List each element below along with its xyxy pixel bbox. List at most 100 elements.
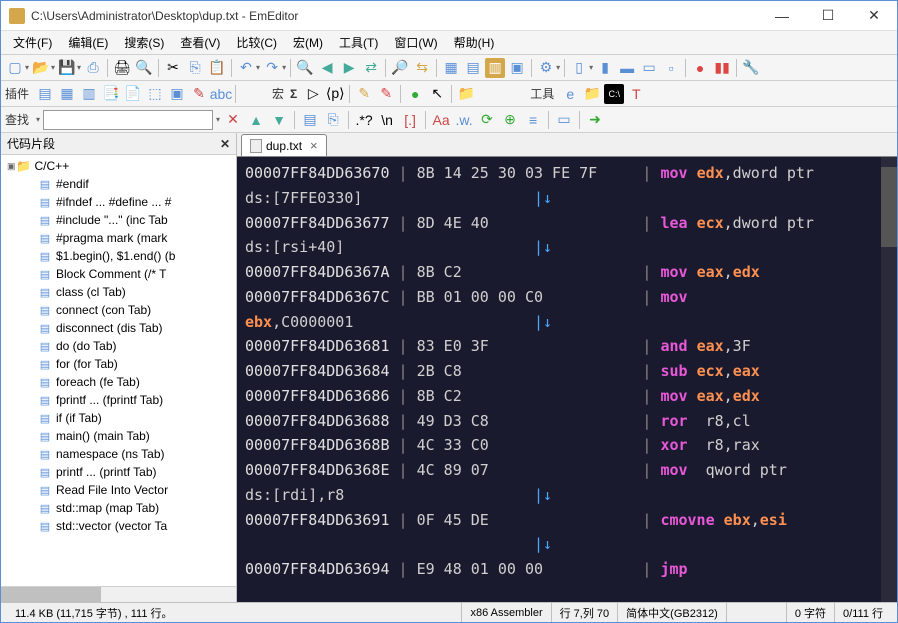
tree-snippet[interactable]: ▤std::map (map Tab) [1,499,236,517]
wrench-icon[interactable]: 🔧 [741,58,761,78]
go-icon[interactable]: ● [405,84,425,104]
column-4-icon[interactable]: ▭ [639,58,659,78]
plugin-8-icon[interactable]: ✎ [189,84,209,104]
ie-icon[interactable]: e [560,84,580,104]
config-icon[interactable]: ⚙ [536,58,556,78]
find-down-icon[interactable]: ▼ [269,110,289,130]
tree-snippet[interactable]: ▤printf ... (printf Tab) [1,463,236,481]
find-escape-icon[interactable]: \n [377,110,397,130]
redo-icon[interactable]: ↷ [262,58,282,78]
find-all-icon[interactable]: ⎘ [323,110,343,130]
code-editor[interactable]: 00007FF84DD63670 | 8B 14 25 30 03 FE 7F … [237,157,897,602]
menu-item[interactable]: 编辑(E) [60,31,116,54]
column-1-icon[interactable]: ▯ [569,58,589,78]
menu-item[interactable]: 比较(C) [228,31,285,54]
menu-item[interactable]: 宏(M) [285,31,331,54]
find-incr-icon[interactable]: ⟳ [477,110,497,130]
replace-in-files-icon[interactable]: ⇆ [412,58,432,78]
menu-item[interactable]: 窗口(W) [386,31,445,54]
maximize-button[interactable]: ☐ [805,1,851,31]
plugin-3-icon[interactable]: ▥ [79,84,99,104]
column-5-icon[interactable]: ▫ [661,58,681,78]
find-in-files-icon[interactable]: 🔎 [390,58,410,78]
find-next-icon[interactable]: ▶ [339,58,359,78]
open-file-icon[interactable]: 📂 [31,58,51,78]
menu-item[interactable]: 文件(F) [5,31,60,54]
tree-snippet[interactable]: ▤class (cl Tab) [1,283,236,301]
column-3-icon[interactable]: ▬ [617,58,637,78]
tree-snippet[interactable]: ▤namespace (ns Tab) [1,445,236,463]
explorer-icon[interactable]: 📁 [582,84,602,104]
print-preview-icon[interactable]: 🔍 [134,58,154,78]
find-bracket-icon[interactable]: [.] [400,110,420,130]
tree-snippet[interactable]: ▤#ifndef ... #define ... # [1,193,236,211]
cut-icon[interactable]: ✂ [163,58,183,78]
replace-icon[interactable]: ⇄ [361,58,381,78]
macro-play-icon[interactable]: ▷ [303,84,323,104]
view-mode-3-icon[interactable]: ▥ [485,58,505,78]
sidebar-hscroll[interactable] [1,586,236,602]
minimize-button[interactable]: — [759,1,805,31]
plugin-2-icon[interactable]: ▦ [57,84,77,104]
find-doc-icon[interactable]: ▤ [300,110,320,130]
sidebar-close-icon[interactable]: ✕ [220,137,230,151]
plugin-6-icon[interactable]: ⬚ [145,84,165,104]
macro-edit-icon[interactable]: ✎ [354,84,374,104]
find-up-icon[interactable]: ▲ [246,110,266,130]
find-input[interactable] [43,110,213,130]
tab-dup-txt[interactable]: dup.txt × [241,134,327,156]
view-mode-1-icon[interactable]: ▦ [441,58,461,78]
record-icon[interactable]: ● [690,58,710,78]
new-file-icon[interactable]: ▢ [5,58,25,78]
tree-snippet[interactable]: ▤connect (con Tab) [1,301,236,319]
find-icon[interactable]: 🔍 [295,58,315,78]
tree-snippet[interactable]: ▤fprintf ... (fprintf Tab) [1,391,236,409]
menu-item[interactable]: 帮助(H) [446,31,503,54]
folder-icon[interactable]: 📁 [456,84,476,104]
macro-target-icon[interactable]: ⟨p⟩ [325,84,345,104]
tree-snippet[interactable]: ▤do (do Tab) [1,337,236,355]
tree-snippet[interactable]: ▤main() (main Tab) [1,427,236,445]
tree-snippet[interactable]: ▤#include "..." (inc Tab [1,211,236,229]
menu-item[interactable]: 查看(V) [172,31,228,54]
tree-snippet[interactable]: ▤#endif [1,175,236,193]
tree-snippet[interactable]: ▤for (for Tab) [1,355,236,373]
tree-snippet[interactable]: ▤Block Comment (/* T [1,265,236,283]
cmd-icon[interactable]: C:\ [604,84,624,104]
plugin-4-icon[interactable]: 📑 [101,84,121,104]
plugin-7-icon[interactable]: ▣ [167,84,187,104]
find-case-icon[interactable]: Aa [431,110,451,130]
tree-snippet[interactable]: ▤foreach (fe Tab) [1,373,236,391]
tree-snippet[interactable]: ▤#pragma mark (mark [1,229,236,247]
undo-icon[interactable]: ↶ [236,58,256,78]
find-hl-icon[interactable]: ▭ [554,110,574,130]
tree-snippet[interactable]: ▤$1.begin(), $1.end() (b [1,247,236,265]
macro-debug-icon[interactable]: ✎ [376,84,396,104]
tree-snippet[interactable]: ▤std::vector (vector Ta [1,517,236,535]
find-wrap-icon[interactable]: ⊕ [500,110,520,130]
tree-snippet[interactable]: ▤disconnect (dis Tab) [1,319,236,337]
tab-close-icon[interactable]: × [310,138,318,153]
stop-icon[interactable]: ▮▮ [712,58,732,78]
view-mode-2-icon[interactable]: ▤ [463,58,483,78]
close-button[interactable]: ✕ [851,1,897,31]
view-mode-4-icon[interactable]: ▣ [507,58,527,78]
print-icon[interactable]: 🖨 [112,58,132,78]
tool-t-icon[interactable]: T [626,84,646,104]
plugin-1-icon[interactable]: ▤ [35,84,55,104]
find-count-icon[interactable]: ≡ [523,110,543,130]
pointer-icon[interactable]: ↖ [427,84,447,104]
menu-item[interactable]: 工具(T) [331,31,386,54]
save-all-icon[interactable]: ⎙ [83,58,103,78]
plugin-5-icon[interactable]: 📄 [123,84,143,104]
paste-icon[interactable]: 📋 [207,58,227,78]
save-icon[interactable]: 💾 [57,58,77,78]
find-prev-icon[interactable]: ◀ [317,58,337,78]
copy-icon[interactable]: ⎘ [185,58,205,78]
tree-folder[interactable]: ▣ 📁C/C++ [1,157,236,175]
tree-snippet[interactable]: ▤if (if Tab) [1,409,236,427]
menu-item[interactable]: 搜索(S) [116,31,172,54]
find-regex-icon[interactable]: .*? [354,110,374,130]
find-close-icon[interactable]: ✕ [223,110,243,130]
find-word-icon[interactable]: .w. [454,110,474,130]
